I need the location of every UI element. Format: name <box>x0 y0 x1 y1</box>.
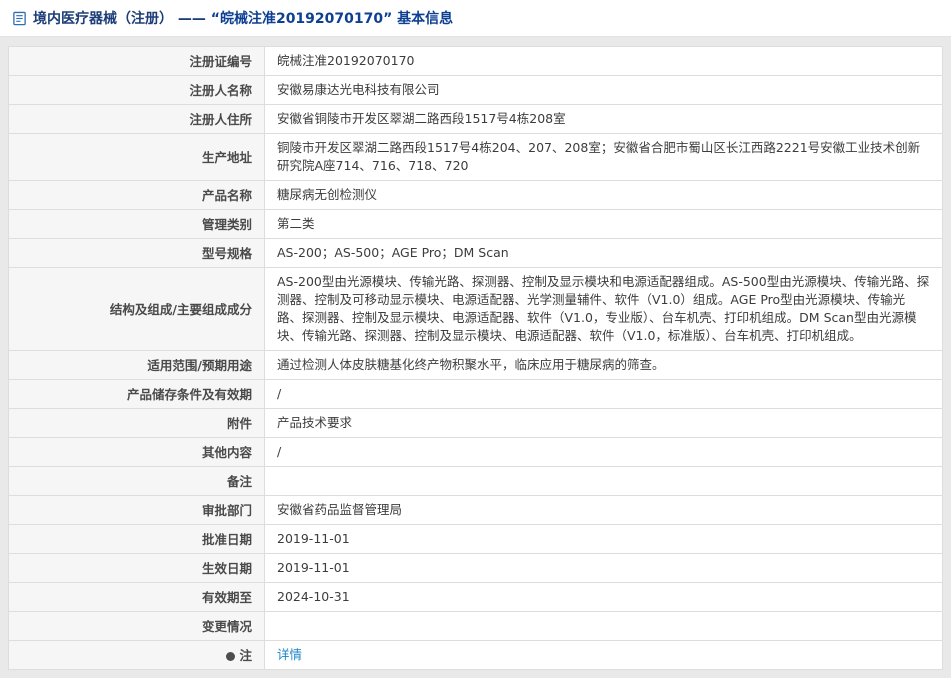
row-label: 生产地址 <box>9 134 265 181</box>
table-row: 变更情况 <box>9 612 943 641</box>
row-label: 适用范围/预期用途 <box>9 351 265 380</box>
row-label: 其他内容 <box>9 438 265 467</box>
row-value: 2019-11-01 <box>265 525 943 554</box>
page-title: 境内医疗器械（注册） —— “皖械注准20192070170” 基本信息 <box>33 8 453 28</box>
row-label: 产品储存条件及有效期 <box>9 380 265 409</box>
table-row: 附件产品技术要求 <box>9 409 943 438</box>
table-row: 型号规格AS-200；AS-500；AGE Pro；DM Scan <box>9 239 943 268</box>
table-row: 适用范围/预期用途通过检测人体皮肤糖基化终产物积聚水平，临床应用于糖尿病的筛查。 <box>9 351 943 380</box>
row-value: 皖械注准20192070170 <box>265 47 943 76</box>
row-label: 注册人名称 <box>9 76 265 105</box>
table-row: 管理类别第二类 <box>9 210 943 239</box>
row-label: 注册人住所 <box>9 105 265 134</box>
page-header: 境内医疗器械（注册） —— “皖械注准20192070170” 基本信息 <box>0 0 951 37</box>
info-table-body: 注册证编号皖械注准20192070170注册人名称安徽易康达光电科技有限公司注册… <box>9 47 943 670</box>
table-row: 结构及组成/主要组成成分AS-200型由光源模块、传输光路、探测器、控制及显示模… <box>9 268 943 351</box>
row-label: 有效期至 <box>9 583 265 612</box>
row-label: 批准日期 <box>9 525 265 554</box>
row-label: 附件 <box>9 409 265 438</box>
row-label: 审批部门 <box>9 496 265 525</box>
row-value: 糖尿病无创检测仪 <box>265 181 943 210</box>
row-label: 管理类别 <box>9 210 265 239</box>
row-value: AS-200；AS-500；AGE Pro；DM Scan <box>265 239 943 268</box>
table-row: 注册人住所安徽省铜陵市开发区翠湖二路西段1517号4栋208室 <box>9 105 943 134</box>
table-row: 审批部门安徽省药品监督管理局 <box>9 496 943 525</box>
registration-info-panel: 注册证编号皖械注准20192070170注册人名称安徽易康达光电科技有限公司注册… <box>8 46 943 670</box>
row-value: / <box>265 380 943 409</box>
table-row: 生产地址铜陵市开发区翠湖二路西段1517号4栋204、207、208室；安徽省合… <box>9 134 943 181</box>
row-label: 生效日期 <box>9 554 265 583</box>
row-label: 注 <box>9 641 265 670</box>
row-value: 产品技术要求 <box>265 409 943 438</box>
row-value: 详情 <box>265 641 943 670</box>
row-value: 安徽省铜陵市开发区翠湖二路西段1517号4栋208室 <box>265 105 943 134</box>
table-row: 注册证编号皖械注准20192070170 <box>9 47 943 76</box>
table-row: 生效日期2019-11-01 <box>9 554 943 583</box>
row-label: 变更情况 <box>9 612 265 641</box>
row-value: 安徽省药品监督管理局 <box>265 496 943 525</box>
row-label: 产品名称 <box>9 181 265 210</box>
table-row: 批准日期2019-11-01 <box>9 525 943 554</box>
registration-info-table: 注册证编号皖械注准20192070170注册人名称安徽易康达光电科技有限公司注册… <box>8 46 943 670</box>
row-value: 铜陵市开发区翠湖二路西段1517号4栋204、207、208室；安徽省合肥市蜀山… <box>265 134 943 181</box>
page-title-registration-number: “皖械注准20192070170” 基本信息 <box>211 11 453 27</box>
note-dot-icon <box>226 652 235 661</box>
row-label: 结构及组成/主要组成成分 <box>9 268 265 351</box>
row-value: 2019-11-01 <box>265 554 943 583</box>
page-title-prefix: 境内医疗器械（注册） —— <box>33 11 211 27</box>
table-row: 备注 <box>9 467 943 496</box>
row-value: 第二类 <box>265 210 943 239</box>
table-row: 产品名称糖尿病无创检测仪 <box>9 181 943 210</box>
row-value <box>265 612 943 641</box>
row-value: 安徽易康达光电科技有限公司 <box>265 76 943 105</box>
table-row: 注详情 <box>9 641 943 670</box>
table-row: 产品储存条件及有效期/ <box>9 380 943 409</box>
row-value <box>265 467 943 496</box>
row-value: 2024-10-31 <box>265 583 943 612</box>
row-label: 注册证编号 <box>9 47 265 76</box>
document-icon <box>12 11 27 26</box>
table-row: 注册人名称安徽易康达光电科技有限公司 <box>9 76 943 105</box>
detail-link[interactable]: 详情 <box>277 647 302 662</box>
row-label: 备注 <box>9 467 265 496</box>
table-row: 其他内容/ <box>9 438 943 467</box>
row-value: / <box>265 438 943 467</box>
row-value: 通过检测人体皮肤糖基化终产物积聚水平，临床应用于糖尿病的筛查。 <box>265 351 943 380</box>
row-label: 型号规格 <box>9 239 265 268</box>
table-row: 有效期至2024-10-31 <box>9 583 943 612</box>
row-value: AS-200型由光源模块、传输光路、探测器、控制及显示模块和电源适配器组成。AS… <box>265 268 943 351</box>
